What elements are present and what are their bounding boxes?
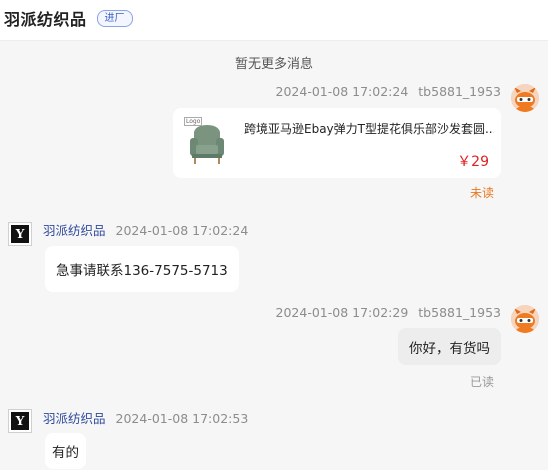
message-sender: 羽派纺织品 xyxy=(43,411,106,426)
message-list[interactable]: 暂无更多消息 2024-01-08 17:02:24 tb5881_1953 Lo… xyxy=(0,41,548,470)
message-sender: tb5881_1953 xyxy=(418,84,501,99)
shop-logo-icon: Y xyxy=(11,225,29,243)
read-status: 已读 xyxy=(469,375,494,389)
product-thumbnail[interactable]: Logo xyxy=(184,116,230,168)
message-time: 2024-01-08 17:02:53 xyxy=(115,411,249,426)
message-bubble: 有的 xyxy=(45,433,86,469)
product-title[interactable]: 跨境亚马逊Ebay弹力T型提花俱乐部沙发套圆... xyxy=(244,120,494,137)
shop-title: 羽派纺织品 xyxy=(4,10,87,29)
thumb-tag: Logo xyxy=(184,117,203,126)
product-price: ￥29 xyxy=(457,154,489,170)
message-bubble: 你好，有货吗 xyxy=(398,328,501,365)
customer-avatar-icon[interactable] xyxy=(511,84,539,112)
customer-avatar-icon[interactable] xyxy=(511,305,539,333)
message-time: 2024-01-08 17:02:24 xyxy=(115,223,249,238)
enter-shop-badge[interactable]: 进厂 xyxy=(96,9,133,27)
shop-avatar-icon[interactable]: Y xyxy=(8,222,32,246)
cartoon-avatar-icon xyxy=(511,84,539,112)
shop-logo-icon: Y xyxy=(11,412,29,430)
shop-avatar-icon[interactable]: Y xyxy=(8,409,32,433)
message-meta: 2024-01-08 17:02:29 tb5881_1953 xyxy=(276,305,501,320)
message-time: 2024-01-08 17:02:24 xyxy=(275,84,409,99)
unread-status: 未读 xyxy=(469,186,494,200)
message-time: 2024-01-08 17:02:29 xyxy=(275,305,409,320)
product-card[interactable]: Logo 跨境亚马逊Ebay弹力T型提花俱乐部沙发套圆... ￥29 xyxy=(173,108,501,178)
message-text[interactable]: 急事请联系136-7575-5713 xyxy=(56,259,228,279)
cartoon-avatar-icon xyxy=(511,305,539,333)
message-meta: 羽派纺织品 2024-01-08 17:02:24 xyxy=(43,220,248,239)
message-sender: 羽派纺织品 xyxy=(43,223,106,238)
chat-header: 羽派纺织品 进厂 xyxy=(0,0,548,36)
message-meta: 2024-01-08 17:02:24 tb5881_1953 xyxy=(276,84,501,99)
message-sender: tb5881_1953 xyxy=(418,305,501,320)
message-meta: 羽派纺织品 2024-01-08 17:02:53 xyxy=(43,408,248,427)
message-text[interactable]: 你好，有货吗 xyxy=(409,337,490,357)
message-text[interactable]: 有的 xyxy=(52,441,79,461)
message-bubble: 急事请联系136-7575-5713 xyxy=(45,246,239,292)
no-more-messages-label: 暂无更多消息 xyxy=(234,57,313,72)
